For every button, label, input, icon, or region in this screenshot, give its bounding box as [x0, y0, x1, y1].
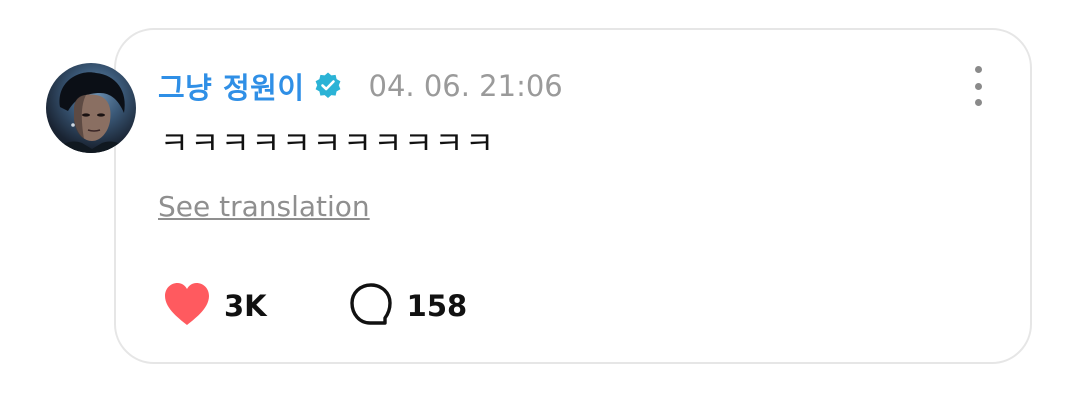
- post-body: ㅋㅋㅋㅋㅋㅋㅋㅋㅋㅋㅋ: [160, 126, 496, 162]
- comment-count: 158: [406, 289, 468, 323]
- heart-icon: [162, 281, 212, 331]
- post-timestamp: 04. 06. 21:06: [368, 69, 563, 103]
- author-name[interactable]: 그냥 정원이: [158, 65, 305, 107]
- like-count: 3K: [224, 289, 267, 323]
- post-header: 그냥 정원이 04. 06. 21:06: [158, 64, 563, 108]
- comment-button[interactable]: 158: [347, 281, 468, 331]
- comment-bubble-icon: [347, 281, 395, 331]
- avatar-image: [56, 72, 128, 153]
- more-dot: [974, 66, 982, 73]
- see-translation-link[interactable]: See translation: [158, 190, 370, 223]
- verified-badge-icon: [313, 71, 343, 101]
- more-vertical-icon[interactable]: [966, 66, 990, 106]
- post-page: 그냥 정원이 04. 06. 21:06 ㅋㅋㅋㅋㅋㅋㅋㅋㅋㅋㅋ See tra…: [0, 0, 1080, 405]
- like-button[interactable]: 3K: [162, 281, 267, 331]
- post-actions: 3K 158: [162, 280, 467, 332]
- more-dot: [974, 99, 982, 106]
- more-dot: [974, 82, 982, 90]
- avatar[interactable]: [46, 63, 136, 153]
